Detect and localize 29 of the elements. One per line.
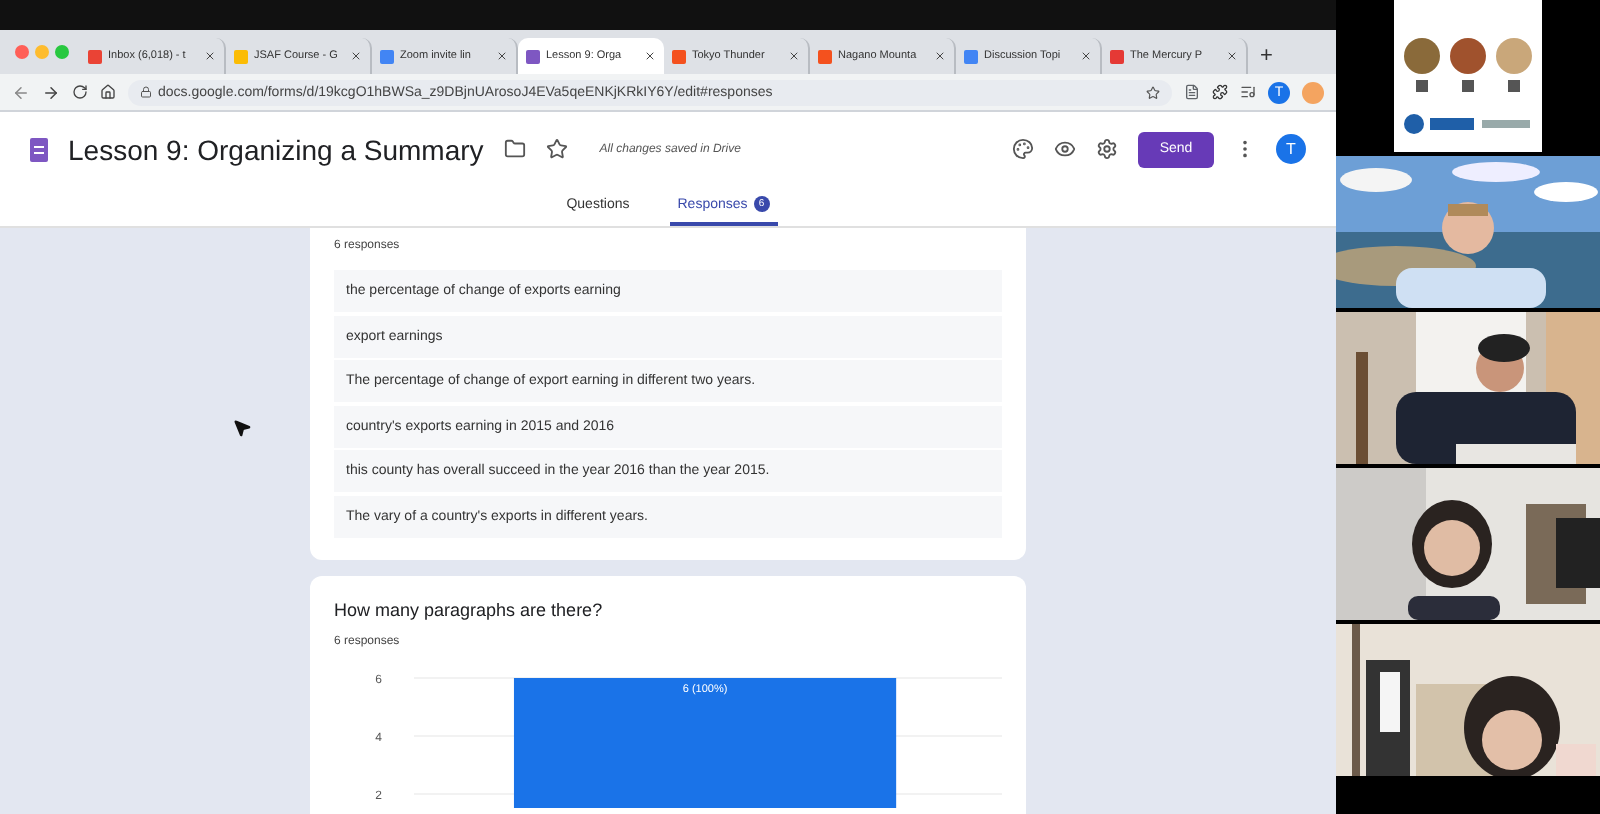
extension-dot-icon[interactable] — [1302, 81, 1324, 103]
new-tab-button[interactable]: + — [1260, 44, 1273, 68]
folder-icon[interactable] — [503, 138, 526, 160]
forms-logo-icon[interactable] — [30, 137, 48, 161]
close-icon[interactable] — [204, 50, 216, 62]
puzzle-icon[interactable] — [1212, 84, 1228, 100]
settings-icon[interactable] — [1096, 138, 1118, 160]
back-icon[interactable] — [12, 83, 30, 101]
extension-icon[interactable] — [1184, 84, 1200, 100]
close-icon[interactable] — [644, 50, 656, 62]
forward-icon[interactable] — [42, 83, 60, 101]
form-title[interactable]: Lesson 9: Organizing a Summary — [68, 133, 484, 165]
close-icon[interactable] — [350, 50, 362, 62]
star-icon[interactable] — [1146, 85, 1160, 99]
close-icon[interactable] — [1080, 50, 1092, 62]
close-icon[interactable] — [496, 50, 508, 62]
reload-icon[interactable] — [72, 84, 88, 100]
close-icon[interactable] — [1226, 50, 1238, 62]
question-title: How many paragraphs are there? — [334, 600, 605, 620]
mouse-pointer-icon — [232, 418, 252, 438]
lock-icon — [140, 86, 152, 98]
playlist-icon[interactable] — [1240, 84, 1256, 100]
palette-icon[interactable] — [1012, 138, 1034, 160]
home-icon[interactable] — [100, 84, 116, 100]
close-icon[interactable] — [934, 50, 946, 62]
account-avatar[interactable]: T — [1276, 134, 1306, 164]
close-icon[interactable] — [788, 50, 800, 62]
preview-eye-icon[interactable] — [1054, 138, 1076, 160]
star-icon[interactable] — [545, 138, 568, 160]
